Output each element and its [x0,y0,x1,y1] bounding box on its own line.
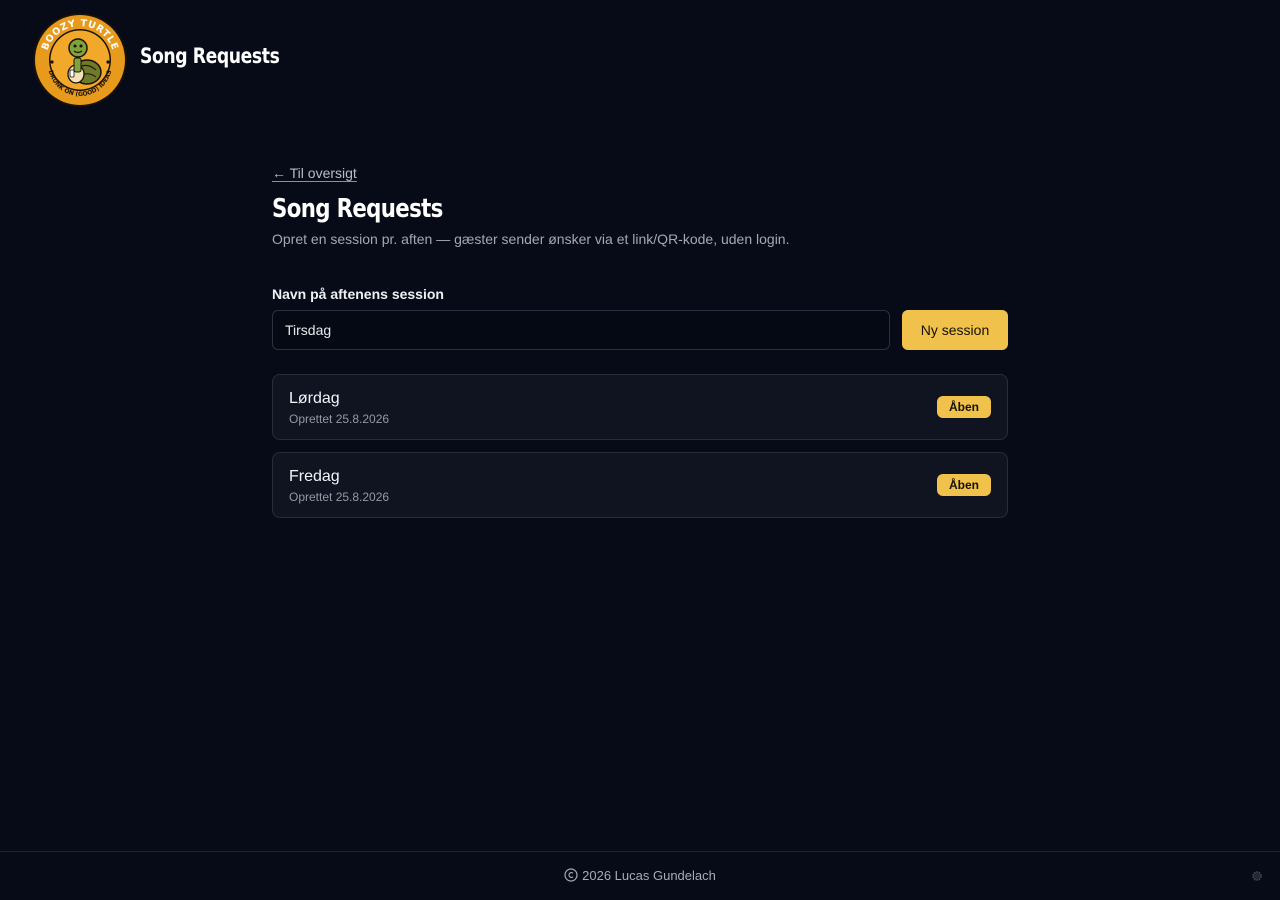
session-name: Lørdag [289,390,340,407]
session-created-date: Oprettet 25.8.2026 [289,490,390,504]
page-title: Song Requests [272,194,443,224]
session-list: Lørdag Oprettet 25.8.2026 Åben Fredag Op… [272,374,1008,518]
back-to-overview-link[interactable]: ← Til oversigt [272,164,357,182]
session-card-fredag[interactable]: Fredag Oprettet 25.8.2026 Åben [272,452,1008,518]
session-name-input[interactable] [272,310,890,350]
session-name: Fredag [289,468,340,485]
page-subtitle: Opret en session pr. aften — gæster send… [272,231,790,247]
copyright-icon [564,868,578,882]
main-content: ← Til oversigt Song Requests Opret en se… [272,164,1008,530]
brand-title: Song Requests [140,44,280,68]
session-card-lordag[interactable]: Lørdag Oprettet 25.8.2026 Åben [272,374,1008,440]
copyright-text: 2026 Lucas Gundelach [582,868,716,883]
site-footer: 2026 Lucas Gundelach [0,851,1280,900]
site-header: BOOZY TURTLE DRUNK ON (GOOD) IDEAS Song … [0,0,1280,120]
new-session-form: Ny session [272,310,1008,350]
new-session-button[interactable]: Ny session [902,310,1008,350]
footer-copyright: 2026 Lucas Gundelach [0,868,1280,884]
status-badge: Åben [937,474,991,496]
gear-icon[interactable] [1250,869,1264,883]
session-name-label: Navn på aftenens session [272,286,444,302]
boozy-turtle-logo[interactable]: BOOZY TURTLE DRUNK ON (GOOD) IDEAS [32,12,128,108]
status-badge: Åben [937,396,991,418]
session-created-date: Oprettet 25.8.2026 [289,412,390,426]
